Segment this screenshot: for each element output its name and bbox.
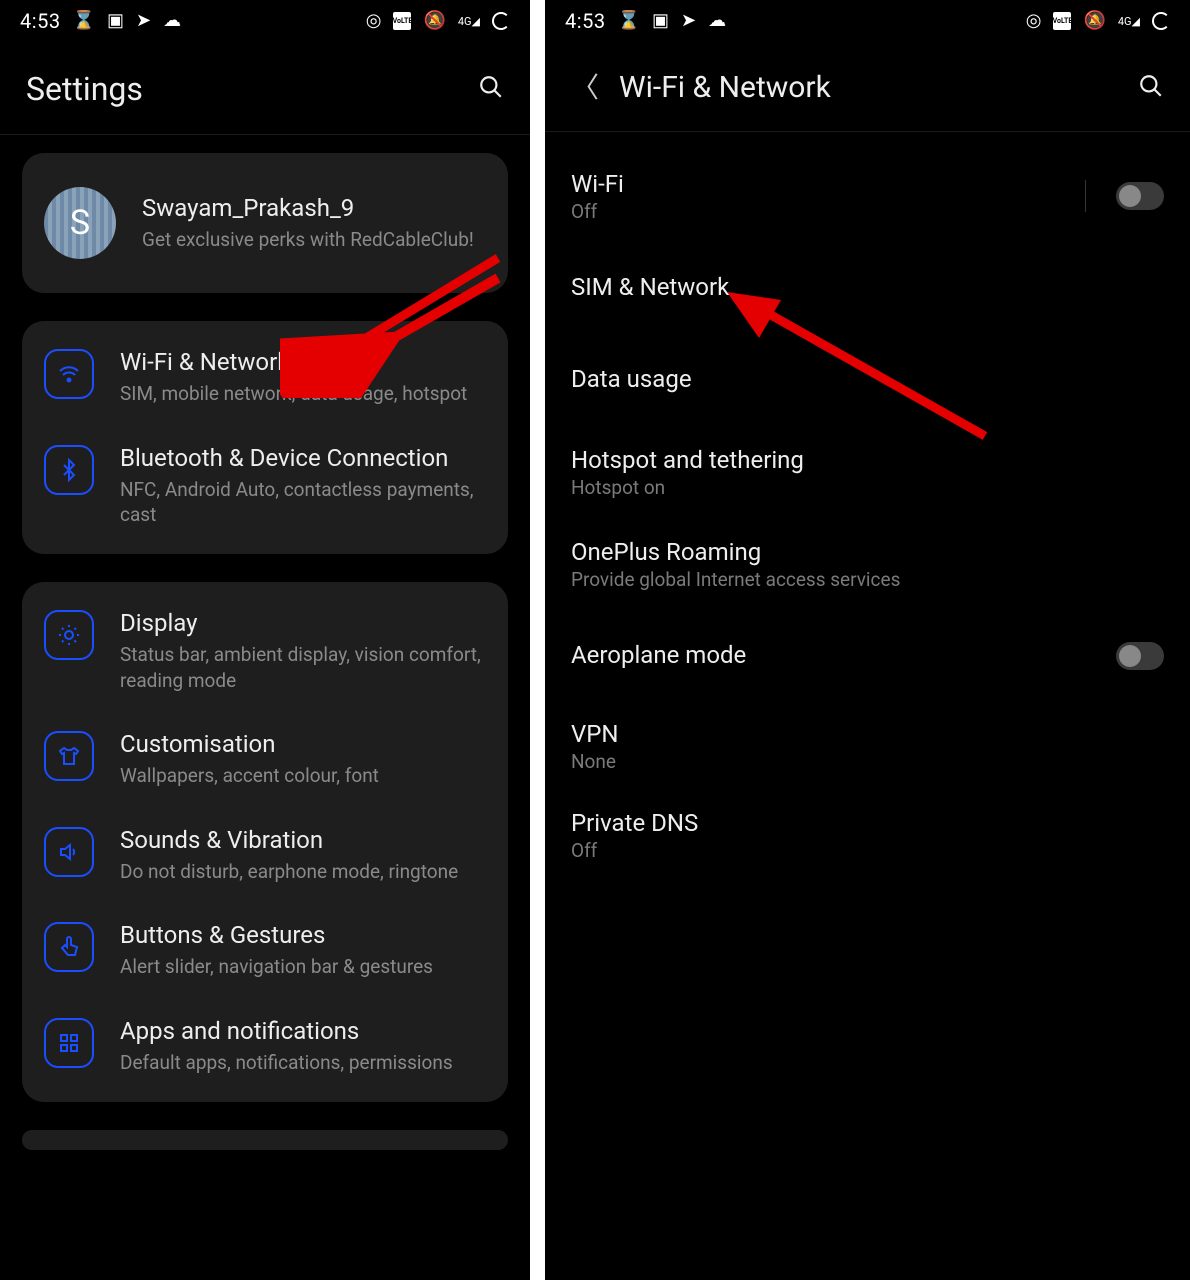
phone-divider (530, 0, 545, 1280)
customisation-title: Customisation (120, 729, 486, 759)
next-card-peek (22, 1130, 508, 1150)
private-dns-row[interactable]: Private DNS Off (565, 791, 1170, 880)
arrow-cursor-icon: ➤ (136, 12, 151, 30)
hourglass-icon: ⌛ (73, 12, 95, 30)
sounds-row[interactable]: Sounds & Vibration Do not disturb, earph… (22, 807, 508, 903)
signal-icon: 4G◢ (458, 16, 480, 27)
connectivity-card: Wi-Fi & Network SIM, mobile network, dat… (22, 321, 508, 554)
volte-icon: VoLTE (1053, 12, 1071, 30)
sounds-title: Sounds & Vibration (120, 825, 486, 855)
volte-icon: VoLTE (393, 12, 411, 30)
page-title: Settings (26, 70, 143, 108)
page-title: Wi-Fi & Network (619, 70, 831, 105)
bluetooth-icon (44, 445, 94, 495)
status-bar: 4:53 ⌛ ▣ ➤ ☁ ◎ VoLTE 🔕 4G◢ (0, 0, 530, 42)
customisation-row[interactable]: Customisation Wallpapers, accent colour,… (22, 711, 508, 807)
apps-row[interactable]: Apps and notifications Default apps, not… (22, 998, 508, 1094)
picture-icon: ▣ (107, 12, 124, 30)
wifi-header: 〈 Wi-Fi & Network (545, 42, 1190, 131)
settings-card-stack: S Swayam_Prakash_9 Get exclusive perks w… (0, 153, 530, 1150)
wifi-network-title: Wi-Fi & Network (120, 347, 486, 377)
sounds-sub: Do not disturb, earphone mode, ringtone (120, 859, 486, 885)
signal-icon: 4G◢ (1118, 16, 1140, 27)
separator (1085, 180, 1086, 212)
vpn-sub: None (571, 750, 1164, 773)
avatar-initial: S (70, 203, 90, 243)
buttons-row[interactable]: Buttons & Gestures Alert slider, navigat… (22, 902, 508, 998)
cloud-icon: ☁ (708, 12, 726, 30)
sim-network-row[interactable]: SIM & Network (565, 242, 1170, 334)
status-time: 4:53 (20, 9, 61, 33)
bluetooth-sub: NFC, Android Auto, contactless payments,… (120, 477, 486, 528)
account-sub: Get exclusive perks with RedCableClub! (142, 227, 486, 253)
aeroplane-toggle[interactable] (1116, 642, 1164, 670)
status-bar: 4:53 ⌛ ▣ ➤ ☁ ◎ VoLTE 🔕 4G◢ (545, 0, 1190, 42)
wifi-row[interactable]: Wi-Fi Off (565, 150, 1170, 242)
roaming-title: OnePlus Roaming (571, 538, 1164, 566)
spinner-icon (492, 12, 510, 30)
buttons-title: Buttons & Gestures (120, 920, 486, 950)
status-time: 4:53 (565, 9, 606, 33)
wifi-network-sub: SIM, mobile network, data usage, hotspot (120, 381, 486, 407)
display-sub: Status bar, ambient display, vision comf… (120, 642, 486, 693)
avatar: S (44, 187, 116, 259)
bluetooth-title: Bluetooth & Device Connection (120, 443, 486, 473)
private-dns-title: Private DNS (571, 809, 1164, 837)
apps-icon (44, 1018, 94, 1068)
hotspot-title: Hotspot and tethering (571, 446, 1164, 474)
wifi-list: Wi-Fi Off SIM & Network Data usage Hotsp… (545, 150, 1190, 880)
settings-header: Settings (0, 42, 530, 134)
display-row[interactable]: Display Status bar, ambient display, vis… (22, 590, 508, 711)
sound-icon (44, 827, 94, 877)
mute-icon: 🔕 (423, 12, 445, 30)
wifi-title: Wi-Fi (571, 170, 1069, 198)
wifi-toggle[interactable] (1116, 182, 1164, 210)
spinner-icon (1152, 12, 1170, 30)
account-card[interactable]: S Swayam_Prakash_9 Get exclusive perks w… (22, 153, 508, 293)
divider (545, 131, 1190, 132)
data-usage-row[interactable]: Data usage (565, 334, 1170, 426)
apps-title: Apps and notifications (120, 1016, 486, 1046)
divider (0, 134, 530, 135)
hourglass-icon: ⌛ (618, 12, 640, 30)
mute-icon: 🔕 (1083, 12, 1105, 30)
apps-sub: Default apps, notifications, permissions (120, 1050, 486, 1076)
display-title: Display (120, 608, 486, 638)
sim-network-title: SIM & Network (571, 273, 1164, 301)
cloud-icon: ☁ (163, 12, 181, 30)
aeroplane-row[interactable]: Aeroplane mode (565, 610, 1170, 702)
wifi-sub: Off (571, 200, 1069, 223)
account-name: Swayam_Prakash_9 (142, 193, 486, 223)
back-icon[interactable]: 〈 (571, 74, 599, 102)
roaming-row[interactable]: OnePlus Roaming Provide global Internet … (565, 518, 1170, 610)
search-icon[interactable] (478, 74, 504, 104)
gesture-icon (44, 922, 94, 972)
hotspot-sub: Hotspot on (571, 476, 1164, 499)
vpn-title: VPN (571, 720, 1164, 748)
aeroplane-title: Aeroplane mode (571, 641, 1100, 669)
private-dns-sub: Off (571, 839, 1164, 862)
bluetooth-row[interactable]: Bluetooth & Device Connection NFC, Andro… (22, 425, 508, 546)
wifi-network-row[interactable]: Wi-Fi & Network SIM, mobile network, dat… (22, 329, 508, 425)
arrow-cursor-icon: ➤ (681, 12, 696, 30)
search-icon[interactable] (1138, 73, 1164, 103)
picture-icon: ▣ (652, 12, 669, 30)
vpn-row[interactable]: VPN None (565, 702, 1170, 791)
roaming-sub: Provide global Internet access services (571, 568, 1164, 591)
shirt-icon (44, 731, 94, 781)
wifi-icon (44, 349, 94, 399)
buttons-sub: Alert slider, navigation bar & gestures (120, 954, 486, 980)
phone-right-wifi-network: 4:53 ⌛ ▣ ➤ ☁ ◎ VoLTE 🔕 4G◢ 〈 Wi-Fi & Net… (545, 0, 1190, 1280)
phone-left-settings: 4:53 ⌛ ▣ ➤ ☁ ◎ VoLTE 🔕 4G◢ Settings S Sw… (0, 0, 530, 1280)
display-icon (44, 610, 94, 660)
data-usage-title: Data usage (571, 365, 1164, 393)
cast-icon: ◎ (1026, 12, 1042, 30)
hotspot-row[interactable]: Hotspot and tethering Hotspot on (565, 426, 1170, 518)
cast-icon: ◎ (366, 12, 382, 30)
customisation-sub: Wallpapers, accent colour, font (120, 763, 486, 789)
device-card: Display Status bar, ambient display, vis… (22, 582, 508, 1102)
